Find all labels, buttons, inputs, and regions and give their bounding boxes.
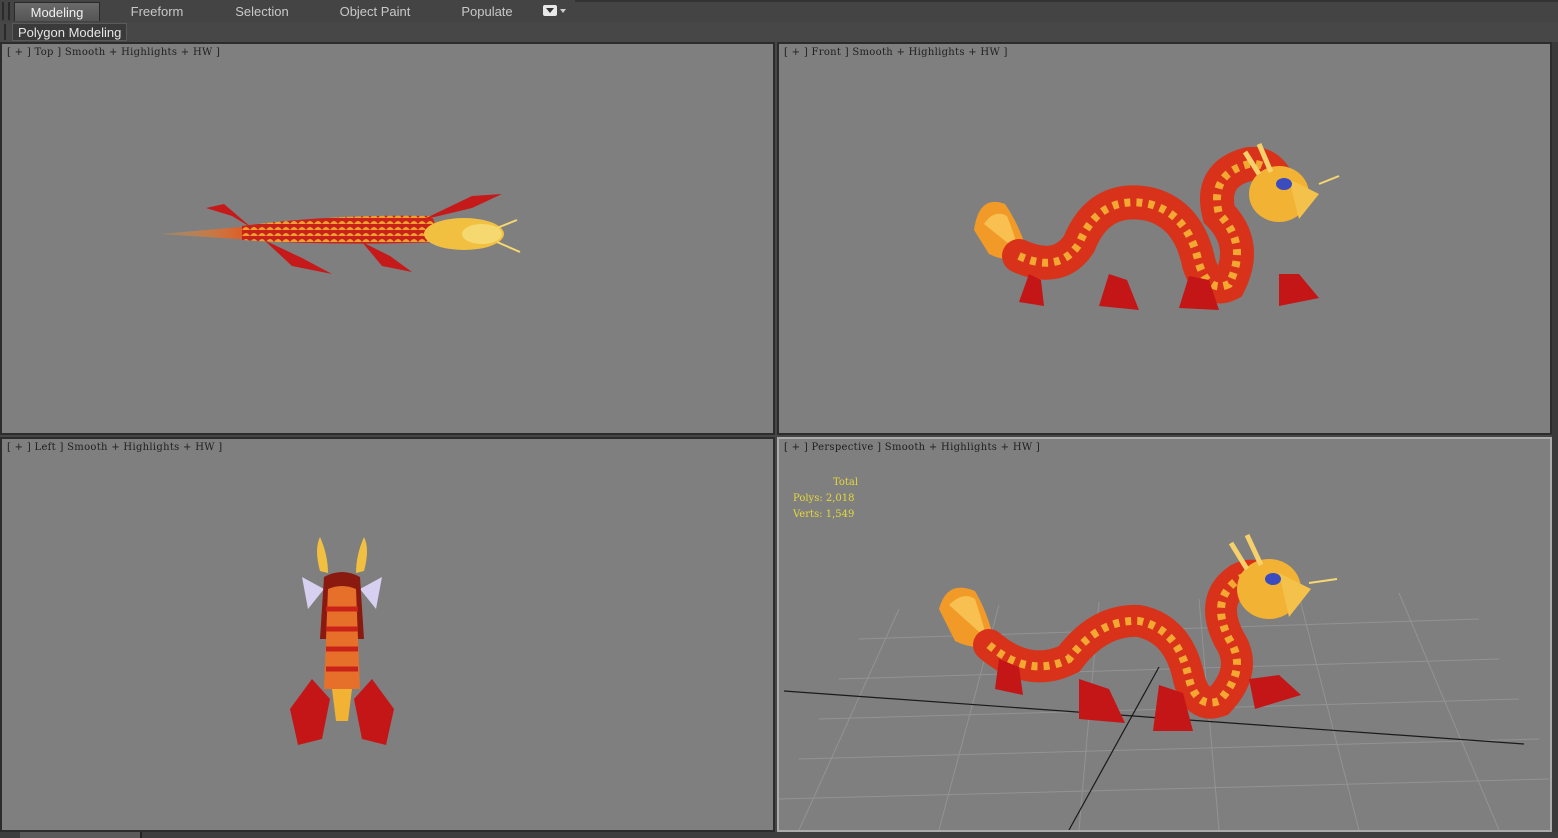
tab-freeform[interactable]: Freeform (118, 2, 196, 21)
viewport-front[interactable]: [ + ] Front ] Smooth + Highlights + HW ] (777, 42, 1552, 435)
tab-modeling[interactable]: Modeling (14, 2, 100, 21)
ribbon-grip-handle[interactable] (2, 2, 10, 20)
viewport-right-gutter (1552, 42, 1558, 838)
tab-populate[interactable]: Populate (450, 2, 524, 21)
dragon-model-left-view[interactable] (2, 439, 773, 830)
viewport-left[interactable]: [ + ] Left ] Smooth + Highlights + HW ] (0, 437, 775, 832)
time-slider-handle[interactable] (20, 832, 142, 838)
tab-selection[interactable]: Selection (222, 2, 302, 21)
ribbon-divider (575, 0, 1558, 2)
grid-axis-x (783, 690, 1525, 745)
polygon-modeling-button[interactable]: Polygon Modeling (12, 23, 128, 41)
ribbon-panel-bar: Polygon Modeling (0, 22, 1558, 42)
tab-object-paint[interactable]: Object Paint (330, 2, 420, 21)
bottom-status-strip (0, 832, 1558, 838)
viewport-perspective[interactable]: [ + ] Perspective ] Smooth + Highlights … (777, 437, 1552, 832)
viewport-top[interactable]: [ + ] Top ] Smooth + Highlights + HW ] (0, 42, 775, 435)
perspective-scene[interactable] (779, 439, 1550, 830)
ribbon-minimize-icon (543, 5, 557, 16)
chevron-down-icon (560, 9, 566, 13)
ribbon-options-dropdown[interactable] (543, 5, 567, 17)
panel-grip-handle[interactable] (4, 24, 10, 40)
dragon-model-perspective[interactable] (939, 533, 1338, 731)
dragon-model-top-view[interactable] (2, 44, 773, 433)
dragon-model-front-view[interactable] (779, 44, 1550, 433)
ribbon-tab-bar: Modeling Freeform Selection Object Paint… (0, 0, 1558, 23)
